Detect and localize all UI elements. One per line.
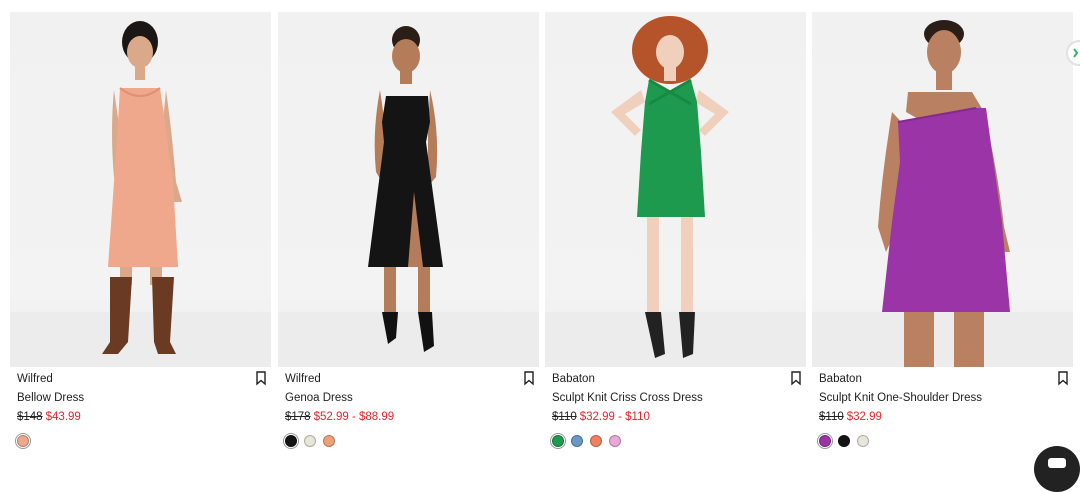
product-image[interactable] [10, 12, 271, 367]
color-swatch[interactable] [838, 435, 850, 447]
original-price: $178 [285, 411, 311, 423]
sale-price: $52.99 - $88.99 [314, 411, 395, 423]
product-card[interactable]: Wilfred Bellow Dress $148$43.99 [10, 12, 271, 462]
original-price: $110 [819, 411, 844, 423]
product-price: $110$32.99 [819, 411, 882, 423]
color-swatch[interactable] [304, 435, 316, 447]
product-brand: Babaton [552, 373, 595, 385]
product-name[interactable]: Bellow Dress [17, 392, 84, 404]
product-card[interactable]: Wilfred Genoa Dress $178$52.99 - $88.99 [278, 12, 539, 462]
product-brand: Babaton [819, 373, 862, 385]
product-brand: Wilfred [285, 373, 321, 385]
product-brand: Wilfred [17, 373, 53, 385]
product-card[interactable]: Babaton Sculpt Knit One-Shoulder Dress $… [812, 12, 1073, 462]
product-grid: Wilfred Bellow Dress $148$43.99 [0, 0, 1080, 462]
original-price: $110 [552, 411, 577, 423]
color-swatch[interactable] [17, 435, 29, 447]
sale-price: $32.99 [847, 411, 882, 423]
color-swatch[interactable] [323, 435, 335, 447]
bookmark-icon[interactable] [789, 370, 803, 386]
color-swatch[interactable] [609, 435, 621, 447]
color-swatches [285, 435, 335, 447]
bookmark-icon[interactable] [1056, 370, 1070, 386]
product-name[interactable]: Genoa Dress [285, 392, 353, 404]
color-swatch[interactable] [857, 435, 869, 447]
product-image[interactable] [278, 12, 539, 367]
color-swatches [17, 435, 29, 447]
color-swatch[interactable] [552, 435, 564, 447]
color-swatch[interactable] [819, 435, 831, 447]
model-photo [812, 12, 1073, 367]
bookmark-icon[interactable] [254, 370, 268, 386]
color-swatch[interactable] [571, 435, 583, 447]
product-name[interactable]: Sculpt Knit One-Shoulder Dress [819, 392, 982, 404]
color-swatch[interactable] [590, 435, 602, 447]
chat-icon[interactable] [1034, 446, 1080, 492]
product-price: $178$52.99 - $88.99 [285, 411, 394, 423]
product-price: $148$43.99 [17, 411, 81, 423]
model-photo [545, 12, 806, 367]
color-swatches [552, 435, 621, 447]
bookmark-icon[interactable] [522, 370, 536, 386]
color-swatch[interactable] [285, 435, 297, 447]
color-swatches [819, 435, 869, 447]
sale-price: $32.99 - $110 [580, 411, 650, 423]
product-price: $110$32.99 - $110 [552, 411, 650, 423]
product-image[interactable] [545, 12, 806, 367]
sale-price: $43.99 [46, 411, 81, 423]
product-name[interactable]: Sculpt Knit Criss Cross Dress [552, 392, 703, 404]
model-photo [278, 12, 539, 367]
product-image[interactable] [812, 12, 1073, 367]
model-photo [10, 12, 271, 367]
product-card[interactable]: Babaton Sculpt Knit Criss Cross Dress $1… [545, 12, 806, 462]
original-price: $148 [17, 411, 43, 423]
